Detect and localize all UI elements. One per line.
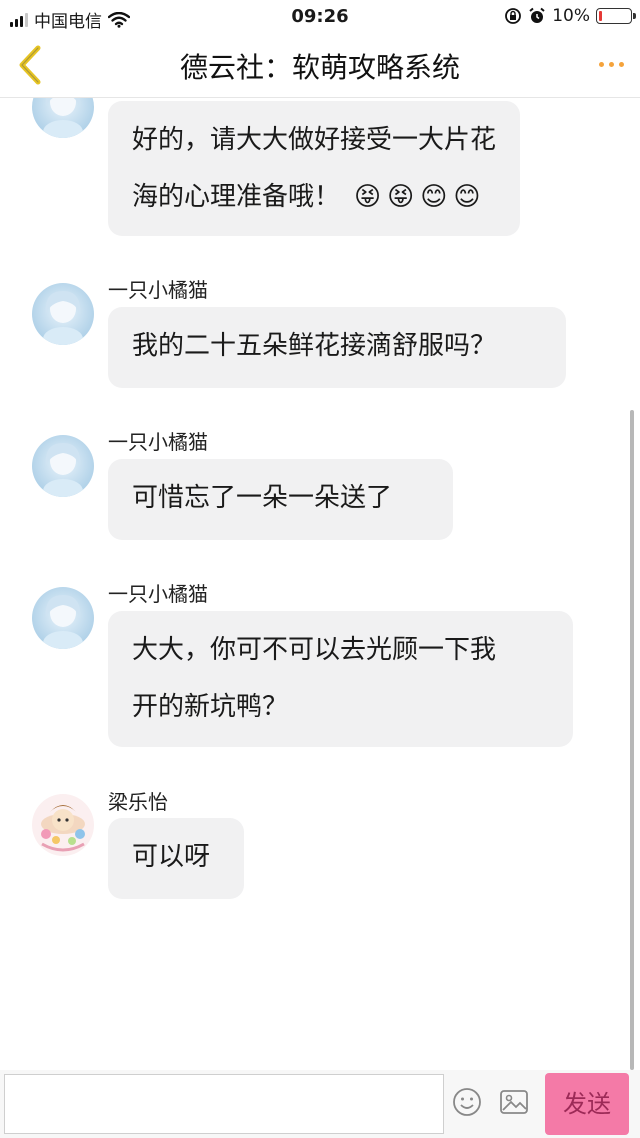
message-text: 可惜忘了一朵一朵送了: [132, 483, 393, 513]
message-text: 可以呀: [132, 842, 211, 872]
avatar[interactable]: [32, 435, 94, 497]
status-bar: 中国电信 09:26 10%: [0, 0, 640, 34]
emoji-tongue-icon: 😝: [354, 182, 382, 212]
sender-name: 一只小橘猫: [108, 582, 208, 606]
message-text: 大大，你可不可以去光顾一下我: [132, 635, 497, 665]
sender-name: 一只小橘猫: [108, 278, 208, 302]
message-bubble: 我的二十五朵鲜花接滴舒服吗？: [108, 307, 566, 388]
avatar[interactable]: [32, 283, 94, 345]
message-bubble: 大大，你可不可以去光顾一下我 开的新坑鸭？: [108, 611, 573, 747]
message-bubble: 可以呀: [108, 818, 244, 899]
message-text: 我的二十五朵鲜花接滴舒服吗？: [132, 331, 497, 361]
battery-percent: 10%: [552, 6, 590, 26]
battery-icon: [596, 8, 636, 24]
emoji-tongue-icon: 😝: [387, 182, 415, 212]
avatar[interactable]: [32, 794, 94, 856]
status-right: 10%: [504, 6, 636, 26]
send-button[interactable]: 发送: [545, 1073, 629, 1135]
message-bubble: 好的，请大大做好接受一大片花 海的心理准备哦！ 😝 😝 😊 😊: [108, 101, 521, 236]
message-text-line-2: 海的心理准备哦！ 😝 😝 😊 😊: [132, 169, 496, 226]
message-input[interactable]: [4, 1074, 444, 1134]
sender-name: 梁乐怡: [108, 790, 168, 814]
alarm-icon: [529, 7, 545, 23]
emoji-smile-icon: 😊: [453, 182, 481, 212]
nav-bar: 德云社：软萌攻略系统: [0, 34, 640, 98]
avatar[interactable]: [32, 98, 94, 138]
message-text: 海的心理准备哦！: [132, 182, 341, 212]
scrollbar[interactable]: [630, 410, 634, 1070]
image-icon[interactable]: [498, 1086, 530, 1118]
emoji-smile-icon: 😊: [420, 182, 448, 212]
page-title: 德云社：软萌攻略系统: [179, 51, 460, 84]
orientation-lock-icon: [505, 8, 522, 24]
more-options-icon[interactable]: [599, 62, 624, 67]
avatar[interactable]: [32, 587, 94, 649]
input-bar: 发送: [0, 1070, 640, 1138]
chat-area[interactable]: 好的，请大大做好接受一大片花 海的心理准备哦！ 😝 😝 😊 😊 一只小橘猫 我的二十五朵…: [0, 98, 640, 1070]
emoji-icon[interactable]: [452, 1087, 482, 1117]
message-bubble: 可惜忘了一朵一朵送了: [108, 459, 453, 540]
sender-name: 一只小橘猫: [108, 430, 208, 454]
message-text: 好的，请大大做好接受一大片花: [132, 125, 497, 155]
message-text: 开的新坑鸭？: [132, 692, 289, 722]
